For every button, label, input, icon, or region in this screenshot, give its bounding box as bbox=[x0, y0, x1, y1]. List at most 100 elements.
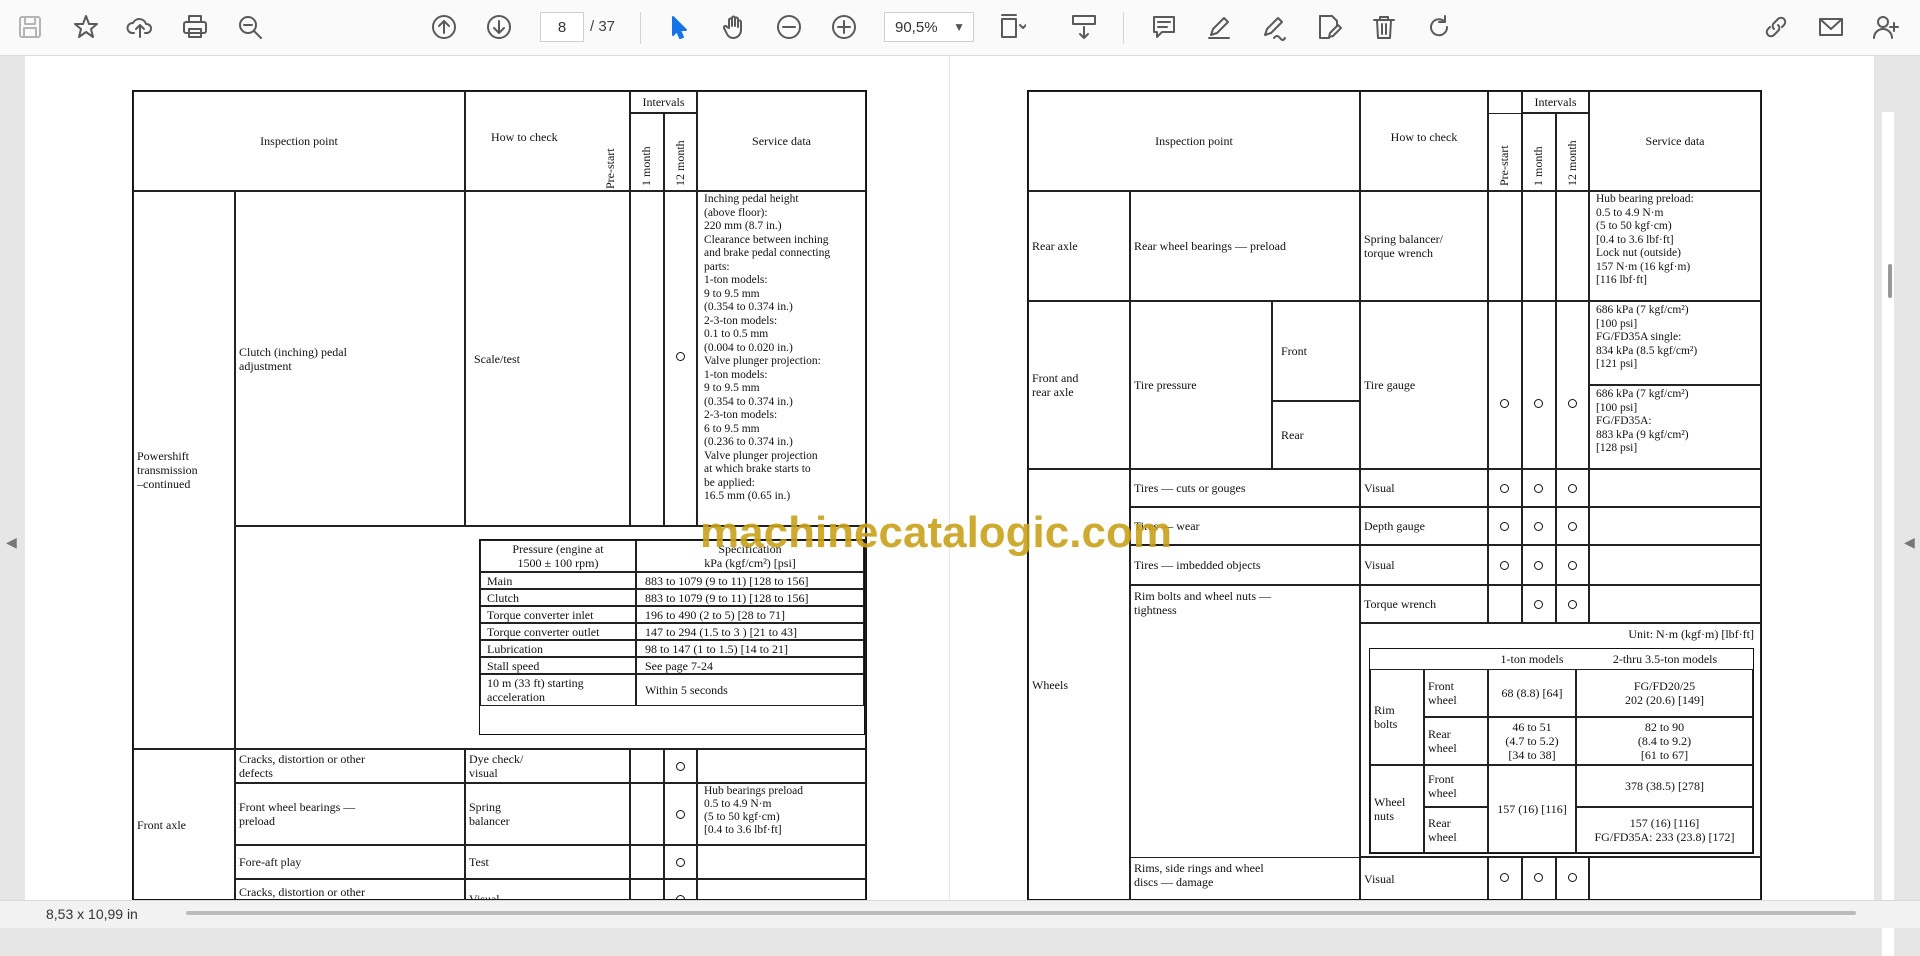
pressure-row-name: 10 m (33 ft) starting acceleration bbox=[480, 674, 636, 706]
cloud-upload-icon[interactable] bbox=[124, 11, 156, 43]
delete-trash-icon[interactable] bbox=[1368, 11, 1400, 43]
interval-cell bbox=[1556, 507, 1589, 545]
interval-mark bbox=[1568, 561, 1577, 570]
print-icon[interactable] bbox=[179, 11, 211, 43]
comment-icon[interactable] bbox=[1148, 11, 1180, 43]
front-axle-check: Spring balancer bbox=[465, 783, 630, 845]
scroll-mode-icon[interactable] bbox=[1068, 11, 1100, 43]
interval-mark bbox=[1500, 522, 1509, 531]
torque-spec-area: Unit: N·m (kgf·m) [lbf·ft] 1-ton models … bbox=[1360, 623, 1761, 857]
front-axle-check: Visual bbox=[465, 879, 630, 900]
pressure-row-name: Lubrication bbox=[480, 640, 636, 657]
draw-signature-icon[interactable] bbox=[1258, 11, 1290, 43]
front-axle-service bbox=[697, 845, 866, 879]
interval-mark bbox=[1534, 522, 1543, 531]
tire-pressure-check: Tire gauge bbox=[1360, 301, 1488, 469]
interval-12-month-cell bbox=[664, 749, 697, 783]
interval-12-month-cell bbox=[664, 879, 697, 900]
document-viewer[interactable]: ◀ ◀ Inspection point How to check Pre-st… bbox=[0, 56, 1920, 956]
pressure-row-value: 883 to 1079 (9 to 11) [128 to 156] bbox=[636, 572, 864, 589]
rims-item: Rims, side rings and wheel discs — damag… bbox=[1130, 857, 1360, 900]
next-page-icon[interactable] bbox=[483, 11, 515, 43]
pressure-row-value: 196 to 490 (2 to 5) [28 to 71] bbox=[636, 606, 864, 623]
zoom-dropdown[interactable]: 90,5% ▼ bbox=[884, 12, 974, 42]
save-icon[interactable] bbox=[14, 11, 46, 43]
header-1-month: 1 month bbox=[630, 113, 664, 191]
rear-bearing-check: Spring balancer/ torque wrench bbox=[1360, 191, 1488, 301]
rim-rear-2ton: 82 to 90 (8.4 to 9.2) [61 to 67] bbox=[1576, 717, 1753, 765]
interval-mark bbox=[676, 810, 685, 819]
horizontal-scrollbar[interactable] bbox=[186, 911, 1856, 915]
page-fit-icon[interactable] bbox=[996, 11, 1028, 43]
page-total: / 37 bbox=[590, 18, 616, 35]
interval-mark bbox=[1534, 600, 1543, 609]
wheel-check: Depth gauge bbox=[1360, 507, 1488, 545]
interval-cell bbox=[1522, 507, 1556, 545]
interval-mark bbox=[1534, 561, 1543, 570]
interval-mark bbox=[1568, 484, 1577, 493]
front-axle-check: Test bbox=[465, 845, 630, 879]
pressure-row-value: 98 to 147 (1 to 1.5) [14 to 21] bbox=[636, 640, 864, 657]
header-service-data: Service data bbox=[1589, 91, 1761, 191]
bookmark-star-icon[interactable] bbox=[70, 11, 102, 43]
vertical-scrollbar[interactable] bbox=[1882, 112, 1894, 956]
wheel-service bbox=[1589, 507, 1761, 545]
interval-cell bbox=[1556, 585, 1589, 623]
status-bar: 8,53 x 10,99 in bbox=[0, 900, 1920, 928]
group-front-rear-axle: Front and rear axle bbox=[1028, 301, 1130, 469]
share-link-icon[interactable] bbox=[1760, 11, 1792, 43]
select-cursor-icon[interactable] bbox=[663, 11, 695, 43]
previous-page-icon[interactable] bbox=[428, 11, 460, 43]
pressure-row-name: Torque converter outlet bbox=[480, 623, 636, 640]
document-page-left: Inspection point How to check Pre-start … bbox=[25, 56, 949, 900]
wheel-service bbox=[1589, 585, 1761, 623]
wheel-item: Rim bolts and wheel nuts — tightness bbox=[1130, 585, 1360, 900]
highlight-pen-icon[interactable] bbox=[1203, 11, 1235, 43]
redo-rotate-icon[interactable] bbox=[1423, 11, 1455, 43]
interval-mark bbox=[676, 762, 685, 771]
page-number-input[interactable] bbox=[540, 12, 584, 42]
edit-document-icon[interactable] bbox=[1313, 11, 1345, 43]
pressure-row-name: Torque converter inlet bbox=[480, 606, 636, 623]
interval-cell bbox=[1488, 545, 1522, 585]
interval-cell bbox=[1522, 545, 1556, 585]
toolbar: / 37 90,5% ▼ bbox=[0, 0, 1920, 56]
rim-rear-wheel-label: Rear wheel bbox=[1424, 717, 1488, 765]
tire-front-label: Front bbox=[1272, 301, 1360, 401]
pressure-col-header: Pressure (engine at 1500 ± 100 rpm) bbox=[480, 540, 636, 572]
clutch-service-data: Inching pedal height (above floor): 220 … bbox=[697, 191, 866, 526]
inspection-table-right: Inspection point How to check Pre-start … bbox=[1027, 90, 1762, 900]
rim-front-2ton: FG/FD20/25 202 (20.6) [149] bbox=[1576, 669, 1753, 717]
rim-rear-1ton: 46 to 51 (4.7 to 5.2) [34 to 38] bbox=[1488, 717, 1576, 765]
group-powershift: Powershift transmission –continued bbox=[133, 191, 235, 749]
interval-12-month-cell bbox=[664, 845, 697, 879]
email-envelope-icon[interactable] bbox=[1815, 11, 1847, 43]
hand-pan-icon[interactable] bbox=[718, 11, 750, 43]
zoom-search-icon[interactable] bbox=[234, 11, 266, 43]
add-user-icon[interactable] bbox=[1870, 11, 1902, 43]
document-page-right: Inspection point How to check Pre-start … bbox=[950, 56, 1874, 900]
interval-mark bbox=[1568, 522, 1577, 531]
rim-bolts-label: Rim bolts bbox=[1370, 669, 1424, 765]
vertical-scroll-thumb[interactable] bbox=[1888, 264, 1892, 298]
interval-12-month-cell bbox=[664, 783, 697, 845]
rim-front-wheel-label: Front wheel bbox=[1424, 669, 1488, 717]
interval-1-month-cell bbox=[630, 749, 664, 783]
nut-rear-2ton: 157 (16) [116] FG/FD35A: 233 (23.8) [172… bbox=[1576, 807, 1753, 853]
zoom-out-icon[interactable] bbox=[773, 11, 805, 43]
group-rear-axle: Rear axle bbox=[1028, 191, 1130, 301]
zoom-in-icon[interactable] bbox=[828, 11, 860, 43]
header-12-month: 12 month bbox=[1556, 113, 1589, 191]
interval-cell bbox=[1556, 545, 1589, 585]
front-axle-check: Dye check/ visual bbox=[465, 749, 630, 783]
left-panel-toggle-icon[interactable]: ◀ bbox=[6, 534, 17, 551]
wheel-item: Tires — cuts or gouges bbox=[1130, 469, 1360, 507]
interval-cell bbox=[1488, 469, 1522, 507]
wheel-check: Visual bbox=[1360, 469, 1488, 507]
rear-bearing-item: Rear wheel bearings — preload bbox=[1130, 191, 1360, 301]
header-inspection-point: Inspection point bbox=[133, 91, 465, 191]
right-panel-toggle-icon[interactable]: ◀ bbox=[1904, 534, 1915, 551]
chevron-down-icon: ▼ bbox=[953, 20, 965, 34]
rear-bearing-service: Hub bearing preload: 0.5 to 4.9 N·m (5 t… bbox=[1589, 191, 1761, 301]
torque-unit: Unit: N·m (kgf·m) [lbf·ft] bbox=[1628, 627, 1754, 641]
